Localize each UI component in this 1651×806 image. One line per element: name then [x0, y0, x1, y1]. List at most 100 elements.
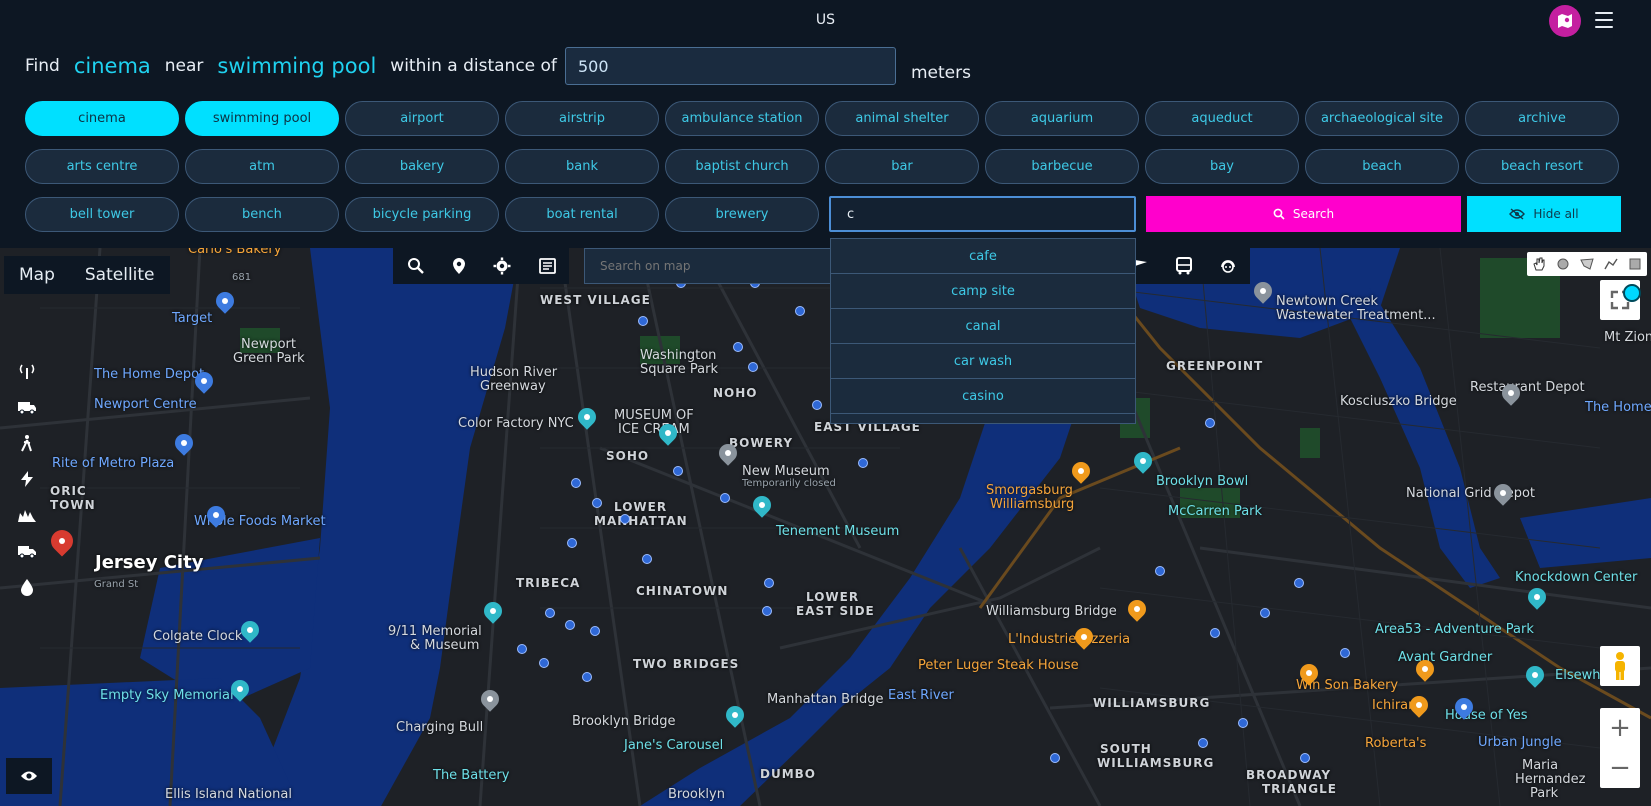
result-dot[interactable] [733, 342, 743, 352]
map-label: Color Factory NYC [458, 416, 574, 431]
category-chip[interactable]: bench [185, 197, 339, 232]
ambulance-icon[interactable] [16, 396, 38, 418]
result-dot[interactable] [592, 498, 602, 508]
suggestion-item[interactable]: cafe [831, 239, 1135, 274]
result-dot[interactable] [620, 514, 630, 524]
category-chip[interactable]: bell tower [25, 197, 179, 232]
primary-category[interactable]: cinema [74, 54, 151, 78]
category-chip[interactable]: airstrip [505, 101, 659, 136]
near-word: near [164, 56, 204, 76]
gear-icon[interactable] [493, 257, 511, 275]
category-chip[interactable]: swimming pool [185, 101, 339, 136]
category-chip[interactable]: cinema [25, 101, 179, 136]
category-chip[interactable]: boat rental [505, 197, 659, 232]
location-pin-icon[interactable] [452, 257, 466, 275]
result-dot[interactable] [1300, 753, 1310, 763]
truck-icon[interactable] [16, 540, 38, 562]
result-dot[interactable] [764, 578, 774, 588]
headset-icon[interactable] [1219, 257, 1237, 275]
suggestion-item[interactable]: casino [831, 379, 1135, 414]
lightning-icon[interactable] [16, 468, 38, 490]
category-chip[interactable]: animal shelter [825, 101, 979, 136]
factory-icon[interactable] [16, 504, 38, 526]
result-dot[interactable] [1205, 418, 1215, 428]
suggestion-item[interactable]: camp site [831, 274, 1135, 309]
result-dot[interactable] [795, 306, 805, 316]
map-search-input[interactable] [584, 248, 834, 284]
category-chip[interactable]: aquarium [985, 101, 1139, 136]
zoom-out-button[interactable]: − [1609, 755, 1631, 781]
circle-tool-icon[interactable] [1555, 256, 1571, 272]
category-chip[interactable]: bar [825, 149, 979, 184]
map-label: Target [172, 311, 213, 326]
rectangle-tool-icon[interactable] [1627, 256, 1643, 272]
category-chip[interactable]: bay [1145, 149, 1299, 184]
category-chip[interactable]: aqueduct [1145, 101, 1299, 136]
result-dot[interactable] [858, 458, 868, 468]
result-dot[interactable] [545, 608, 555, 618]
result-dot[interactable] [590, 626, 600, 636]
zoom-search-icon[interactable] [407, 257, 425, 275]
result-dot[interactable] [642, 554, 652, 564]
menu-icon[interactable] [1595, 12, 1613, 28]
result-dot[interactable] [517, 644, 527, 654]
category-chip[interactable]: bicycle parking [345, 197, 499, 232]
secondary-category[interactable]: swimming pool [217, 54, 376, 78]
category-chip[interactable]: bakery [345, 149, 499, 184]
map-type-map[interactable]: Map [4, 256, 70, 294]
bus-icon[interactable] [1175, 257, 1193, 275]
distance-input[interactable] [565, 47, 896, 85]
category-chip[interactable]: bank [505, 149, 659, 184]
water-drop-icon[interactable] [16, 576, 38, 598]
result-dot[interactable] [762, 606, 772, 616]
category-chip[interactable]: ambulance station [665, 101, 819, 136]
result-dot[interactable] [539, 658, 549, 668]
result-dot[interactable] [1294, 578, 1304, 588]
category-chip[interactable]: beach [1305, 149, 1459, 184]
category-chip[interactable]: archive [1465, 101, 1619, 136]
category-chip[interactable]: atm [185, 149, 339, 184]
map-label: Wastewater Treatment... [1276, 308, 1436, 323]
result-dot[interactable] [571, 478, 581, 488]
map-view[interactable]: Carlo's Bakery 681 Target Newport Green Park… [0, 248, 1651, 806]
zoom-in-button[interactable]: + [1609, 715, 1631, 741]
hand-icon[interactable] [1531, 256, 1547, 272]
result-dot[interactable] [1155, 566, 1165, 576]
result-dot[interactable] [638, 316, 648, 326]
polyline-tool-icon[interactable] [1603, 256, 1619, 272]
result-dot[interactable] [1340, 648, 1350, 658]
result-dot[interactable] [565, 620, 575, 630]
search-button[interactable]: Search [1146, 196, 1461, 232]
suggestion-item[interactable]: canal [831, 309, 1135, 344]
hide-all-button[interactable]: Hide all [1467, 196, 1621, 232]
map-type-satellite[interactable]: Satellite [70, 256, 170, 294]
category-chip[interactable]: arts centre [25, 149, 179, 184]
result-dot[interactable] [567, 538, 577, 548]
map-pin-avatar[interactable] [1549, 5, 1581, 37]
result-dot[interactable] [812, 400, 822, 410]
result-dot[interactable] [748, 362, 758, 372]
visibility-toggle[interactable] [6, 758, 52, 794]
location-indicator[interactable] [1623, 284, 1641, 302]
result-dot[interactable] [1260, 608, 1270, 618]
antenna-icon[interactable] [16, 360, 38, 382]
result-dot[interactable] [1050, 753, 1060, 763]
category-filter-input[interactable] [829, 196, 1136, 232]
street-view-pegman[interactable] [1600, 646, 1640, 686]
result-dot[interactable] [720, 493, 730, 503]
suggestion-item[interactable]: car wash [831, 344, 1135, 379]
category-chip[interactable]: brewery [665, 197, 819, 232]
category-chip[interactable]: beach resort [1465, 149, 1619, 184]
category-chip[interactable]: archaeological site [1305, 101, 1459, 136]
newspaper-icon[interactable] [538, 258, 556, 274]
result-dot[interactable] [582, 672, 592, 682]
category-chip[interactable]: airport [345, 101, 499, 136]
result-dot[interactable] [673, 466, 683, 476]
category-chip[interactable]: barbecue [985, 149, 1139, 184]
result-dot[interactable] [1198, 738, 1208, 748]
polygon-tool-icon[interactable] [1579, 256, 1595, 272]
result-dot[interactable] [1238, 718, 1248, 728]
category-chip[interactable]: baptist church [665, 149, 819, 184]
result-dot[interactable] [1210, 628, 1220, 638]
hiker-icon[interactable] [16, 432, 38, 454]
